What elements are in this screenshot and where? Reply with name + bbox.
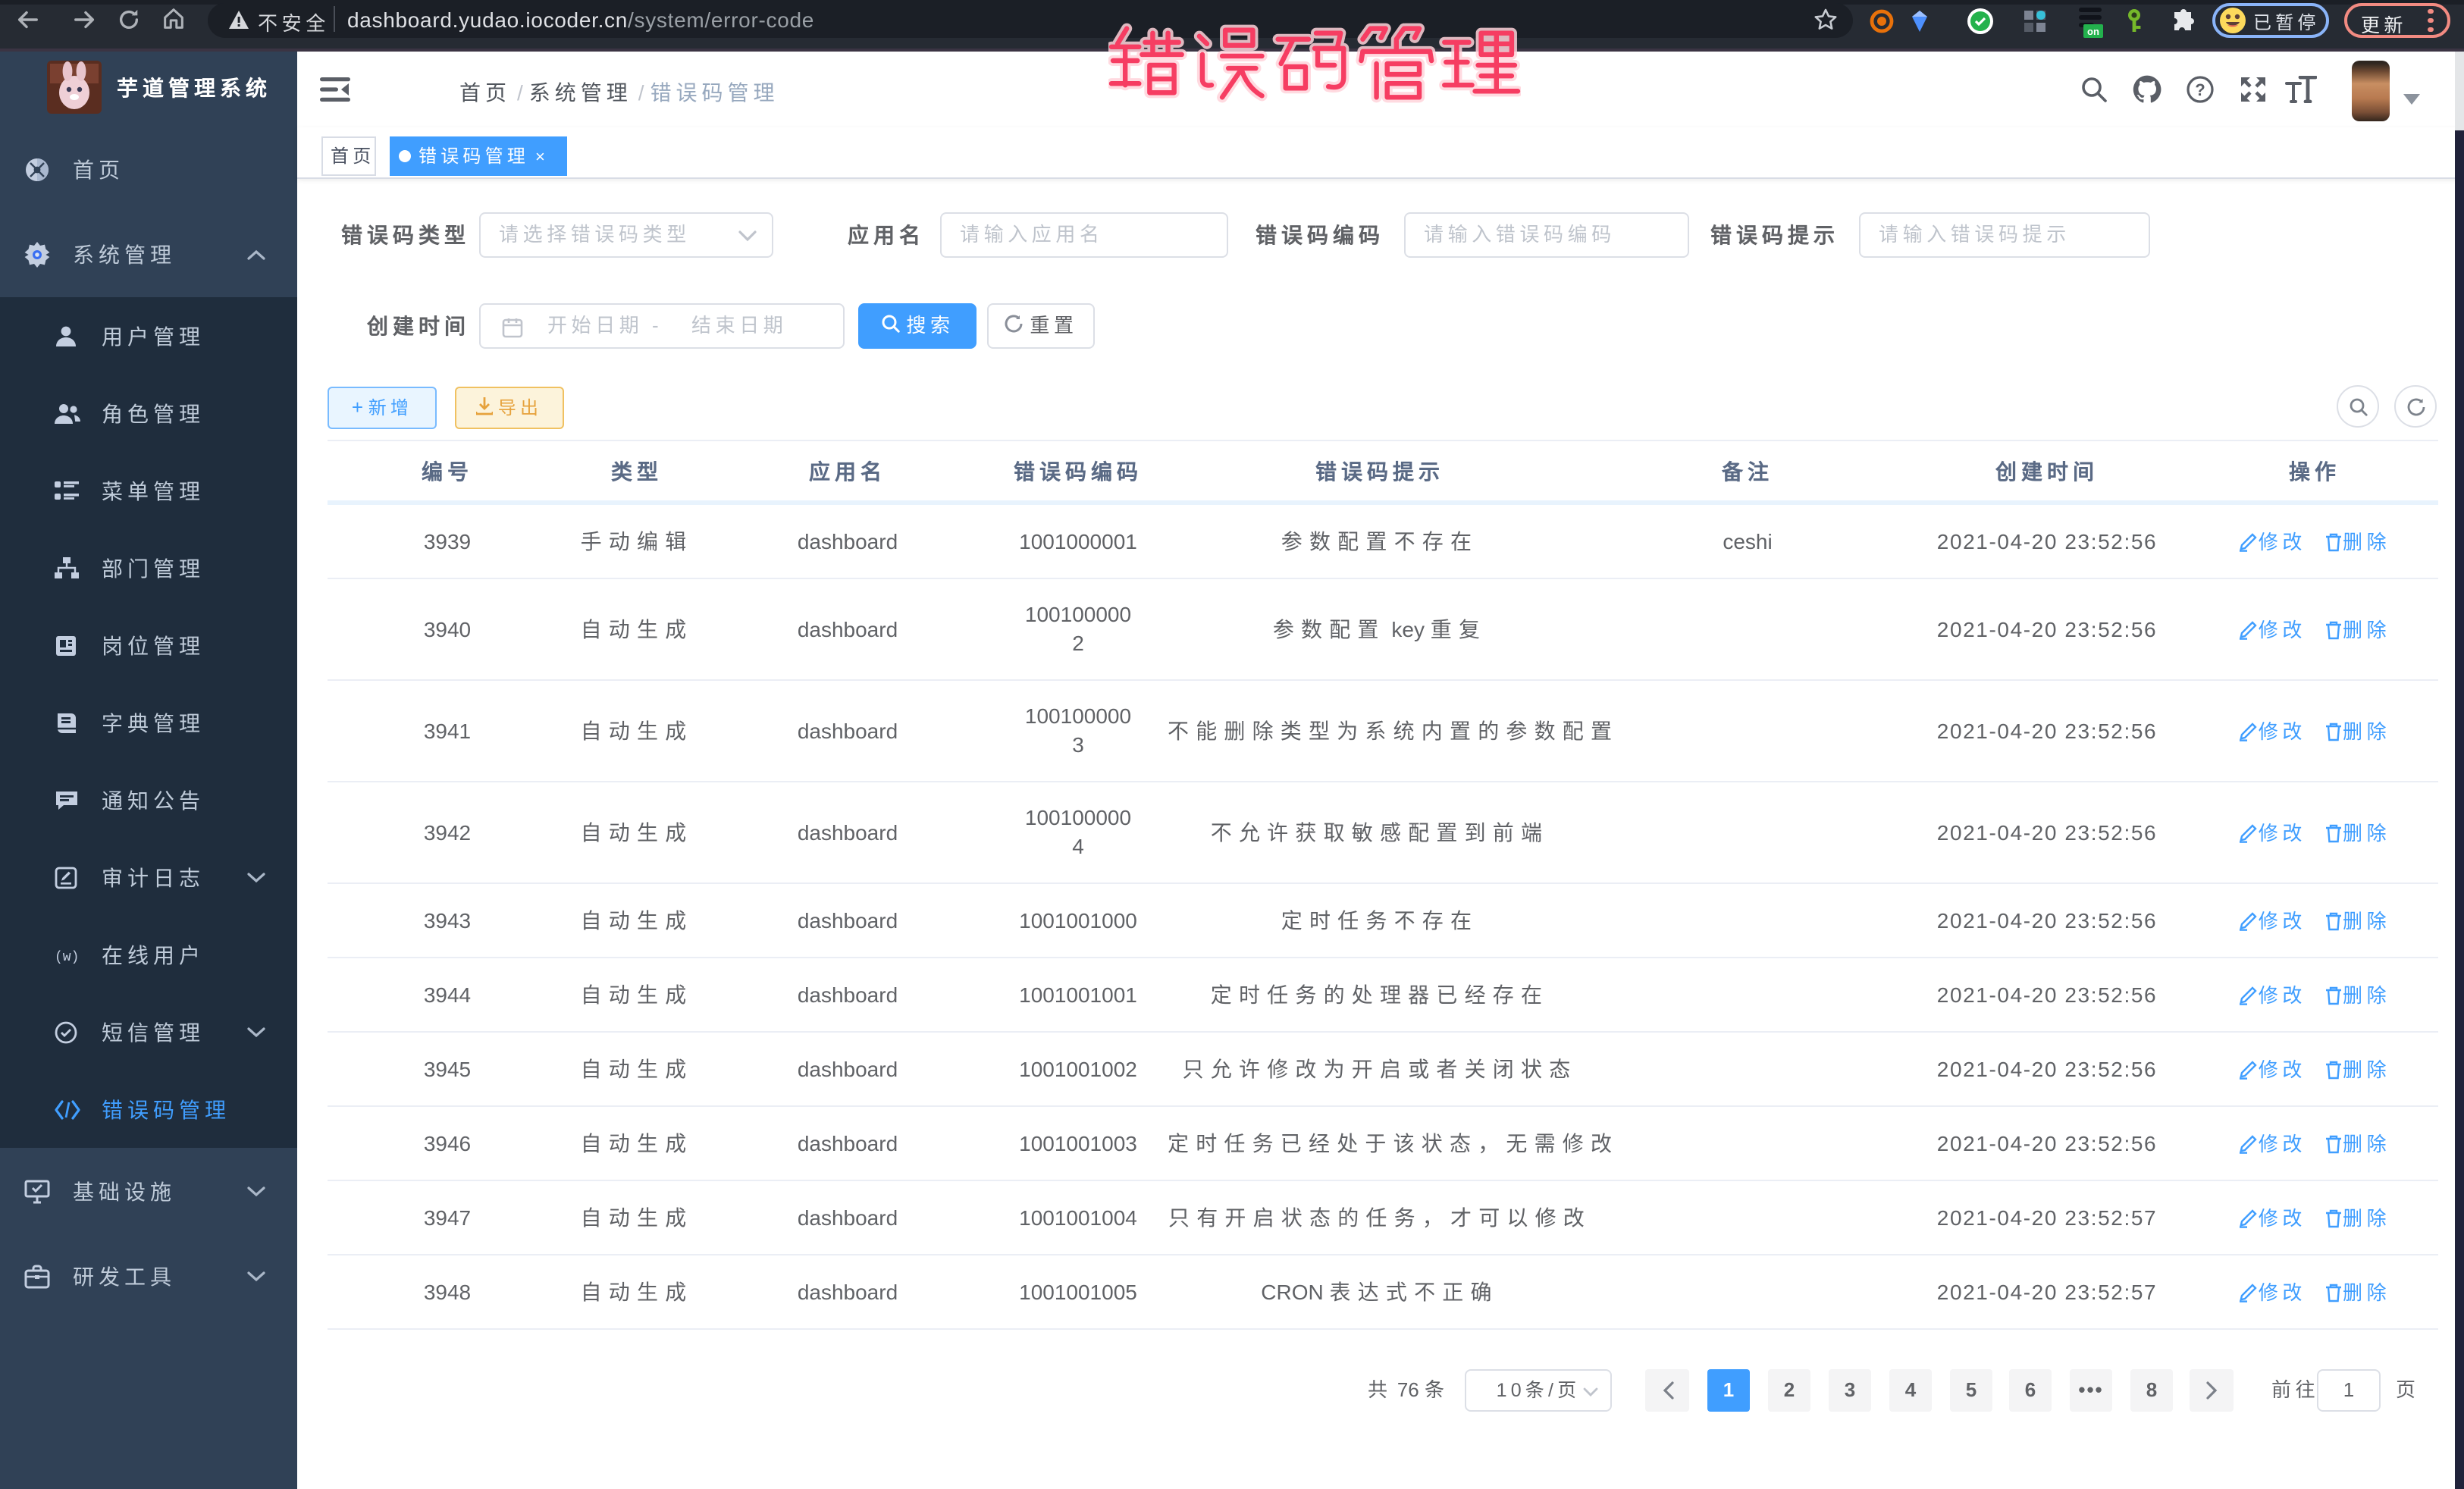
svg-text:(w): (w)	[55, 949, 79, 964]
svg-text:on: on	[2087, 26, 2099, 37]
svg-text:?: ?	[2195, 80, 2205, 99]
